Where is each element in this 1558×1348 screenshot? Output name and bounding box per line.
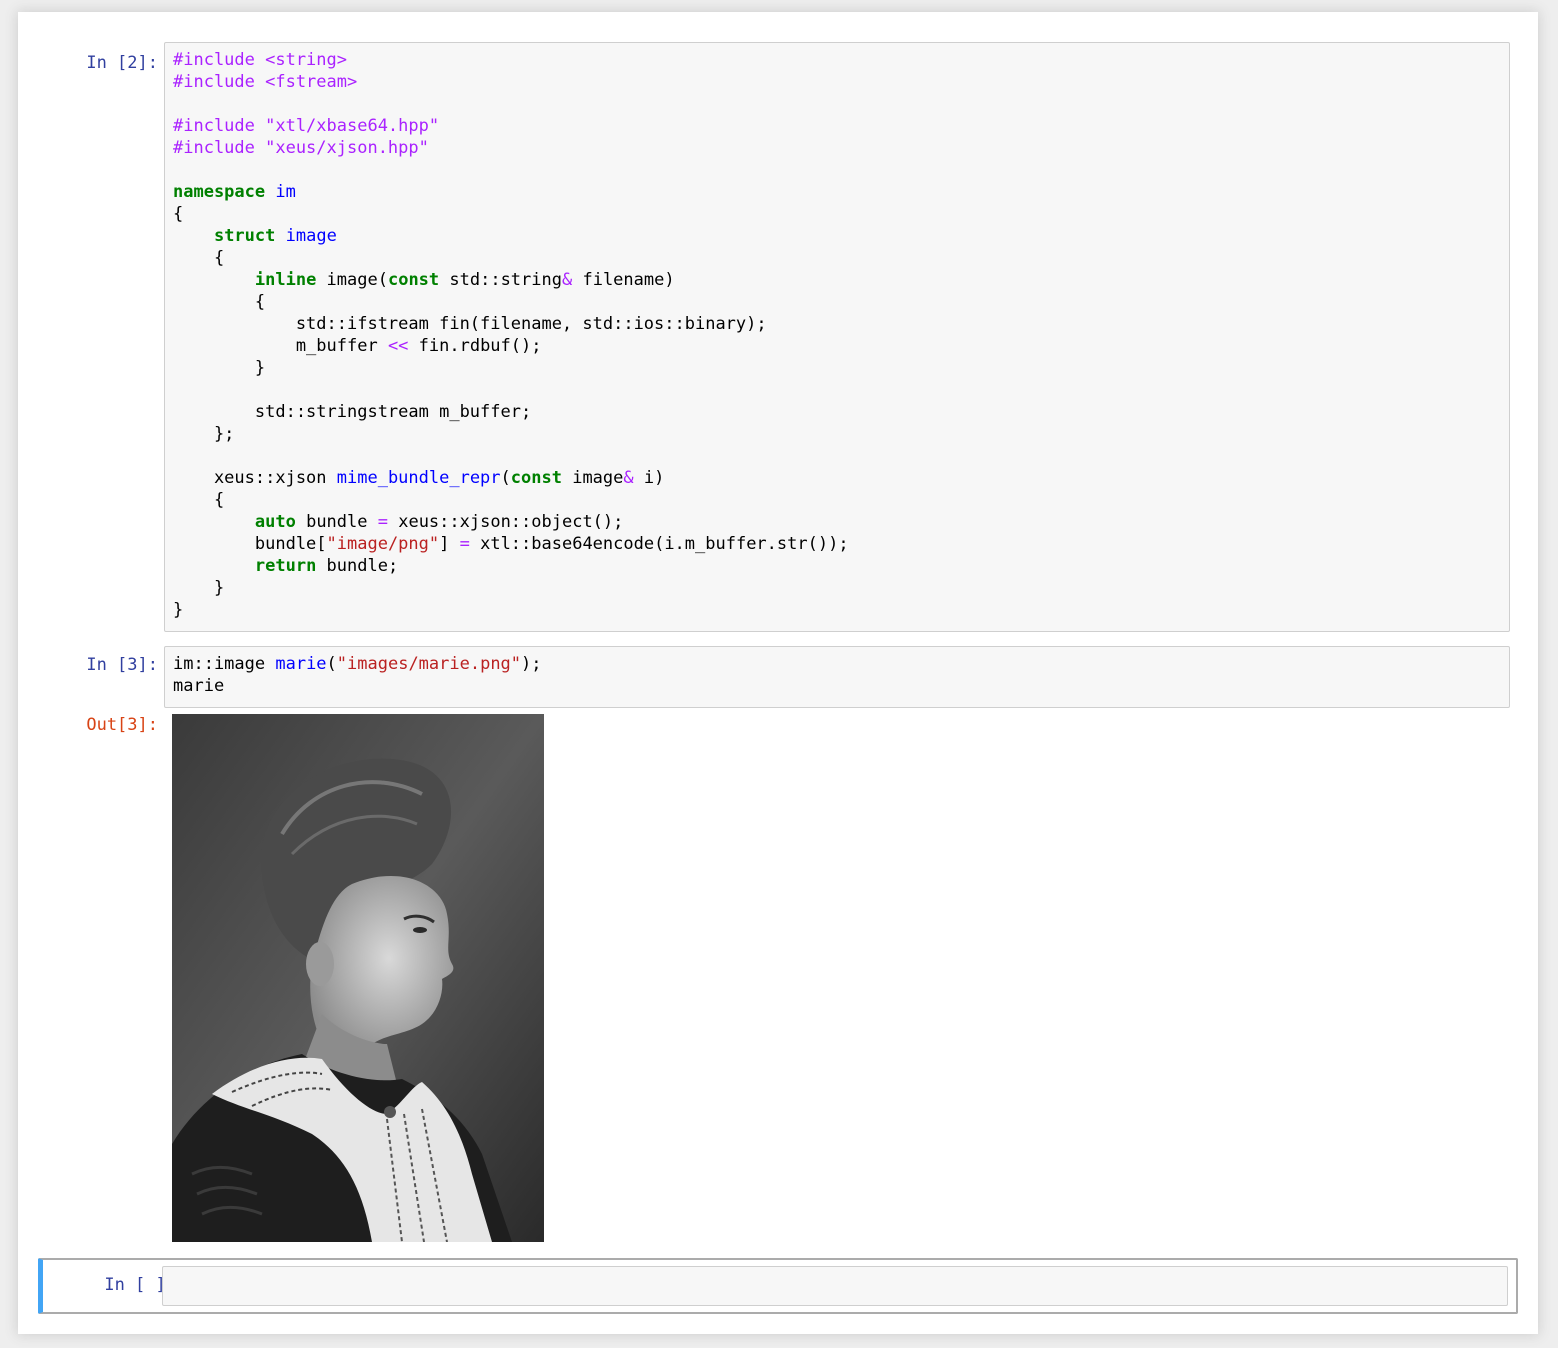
code-token: im::image: [173, 654, 276, 674]
code-token: bundle;: [316, 556, 399, 576]
code-text[interactable]: #include <string> #include <fstream> #incl…: [165, 43, 1509, 621]
code-line: auto bundle = xeus::xjson::object();: [173, 511, 1509, 533]
code-token: =: [459, 534, 470, 554]
code-token: {: [173, 248, 225, 268]
code-token: return: [254, 556, 317, 576]
code-token: &: [561, 270, 573, 290]
code-token: xtl::base64encode(i.m_buffer.str());: [469, 534, 849, 554]
code-token: inline: [254, 270, 317, 290]
input-prompt: In [3]:: [86, 655, 158, 675]
code-line: {: [173, 247, 1509, 269]
code-token: auto: [254, 512, 296, 532]
code-token: fin.rdbuf();: [408, 336, 542, 356]
code-line: }: [173, 357, 1509, 379]
code-line: marie: [173, 675, 1509, 697]
code-line: {: [173, 291, 1509, 313]
code-line: namespace im: [173, 181, 1509, 203]
code-token: bundle: [295, 512, 378, 532]
code-token: #include <fstream>: [173, 72, 358, 92]
code-editor[interactable]: im::image marie("images/marie.png"); mari…: [164, 646, 1510, 708]
code-line: }: [173, 577, 1509, 599]
code-token: ]: [439, 534, 460, 554]
code-line: std::stringstream m_buffer;: [173, 401, 1509, 423]
code-editor[interactable]: #include <string> #include <fstream> #incl…: [164, 42, 1510, 632]
code-token: "images/marie.png": [336, 654, 522, 674]
code-line: struct image: [173, 225, 1509, 247]
code-token: marie: [173, 676, 225, 696]
code-token: std::stringstream m_buffer;: [173, 402, 532, 422]
code-line: {: [173, 203, 1509, 225]
input-prompt: In [ ]:: [104, 1275, 176, 1295]
code-token: image(: [316, 270, 388, 290]
code-token: <<: [387, 336, 409, 356]
code-token: struct: [213, 226, 276, 246]
code-token: image: [561, 468, 624, 488]
code-line: xeus::xjson mime_bundle_repr(const image…: [173, 467, 1509, 489]
code-token: xeus::xjson: [173, 468, 337, 488]
code-token: {: [173, 490, 225, 510]
code-token: {: [173, 204, 184, 224]
selected-code-cell[interactable]: In [ ]:: [38, 1258, 1518, 1314]
code-line: #include "xtl/xbase64.hpp": [173, 115, 1509, 137]
notebook-container: In [2]: #include <string> #include <fstre…: [18, 12, 1538, 1334]
code-token: #include "xeus/xjson.hpp": [173, 138, 429, 158]
output-prompt: Out[3]:: [86, 715, 158, 735]
code-token: std::ifstream fin(filename, std::ios::bi…: [173, 314, 767, 334]
portrait-photo: [172, 714, 544, 1242]
code-line: im::image marie("images/marie.png");: [173, 653, 1509, 675]
code-token: marie: [275, 654, 327, 674]
code-token: }: [173, 600, 184, 620]
code-line: m_buffer << fin.rdbuf();: [173, 335, 1509, 357]
code-text[interactable]: [163, 1267, 1507, 1273]
code-token: };: [173, 424, 235, 444]
code-line: #include "xeus/xjson.hpp": [173, 137, 1509, 159]
input-prompt: In [2]:: [86, 53, 158, 73]
code-line: bundle["image/png"] = xtl::base64encode(…: [173, 533, 1509, 555]
code-line: return bundle;: [173, 555, 1509, 577]
code-line: std::ifstream fin(filename, std::ios::bi…: [173, 313, 1509, 335]
code-token: #include <string>: [173, 50, 347, 70]
code-token: {: [173, 292, 266, 312]
code-token: const: [510, 468, 562, 488]
code-token: }: [173, 358, 266, 378]
code-token: (: [326, 654, 337, 674]
code-token: &: [623, 468, 634, 488]
code-token: i): [633, 468, 665, 488]
code-line: #include <string>: [173, 49, 1509, 71]
code-token: m_buffer: [173, 336, 388, 356]
code-text[interactable]: im::image marie("images/marie.png"); mari…: [165, 647, 1509, 697]
code-token: );: [521, 654, 542, 674]
code-line: };: [173, 423, 1509, 445]
code-token: std::string: [439, 270, 562, 290]
code-token: #include "xtl/xbase64.hpp": [173, 116, 440, 136]
code-line: }: [173, 599, 1509, 621]
code-token: image: [285, 226, 337, 246]
code-token: xeus::xjson::object();: [387, 512, 624, 532]
code-token: (: [500, 468, 511, 488]
empty-code-editor[interactable]: [162, 1266, 1508, 1306]
code-line: #include <fstream>: [173, 71, 1509, 93]
code-token: const: [387, 270, 440, 290]
code-line: inline image(const std::string& filename…: [173, 269, 1509, 291]
code-token: namespace: [173, 182, 266, 202]
code-token: im: [275, 182, 296, 202]
code-token: filename): [572, 270, 675, 290]
code-token: =: [377, 512, 388, 532]
code-line: {: [173, 489, 1509, 511]
code-token: "image/png": [326, 534, 440, 554]
code-token: bundle[: [173, 534, 327, 554]
code-token: }: [173, 578, 225, 598]
code-token: mime_bundle_repr: [336, 468, 501, 488]
